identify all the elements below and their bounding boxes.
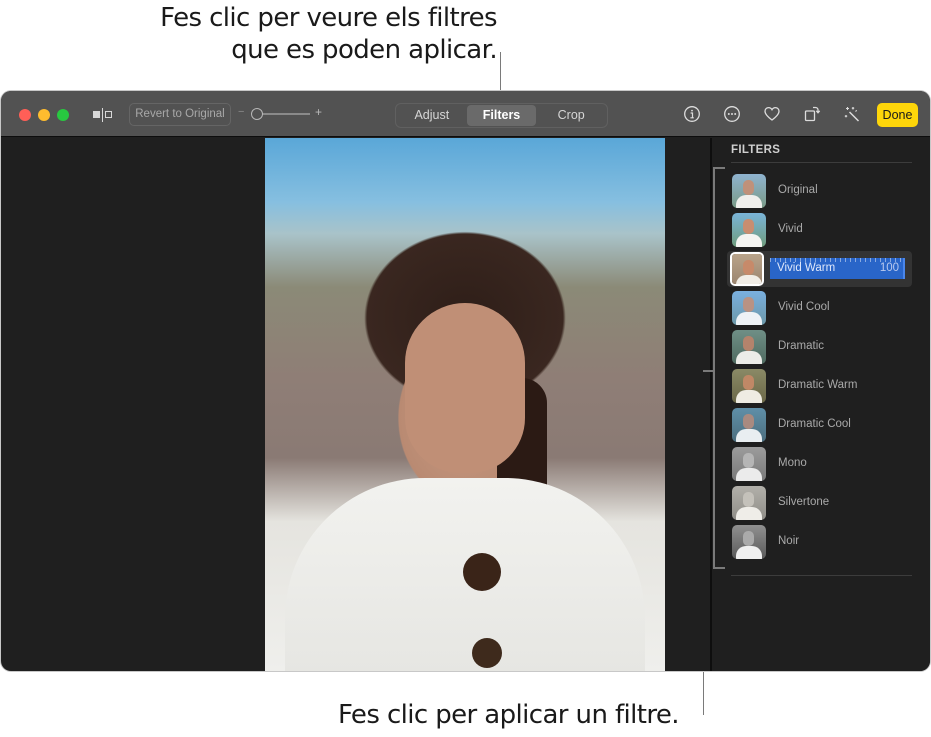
callout-apply-filter: Fes clic per aplicar un filtre. xyxy=(338,700,680,730)
filter-label: Original xyxy=(778,184,818,196)
filter-label: Vivid xyxy=(778,223,803,235)
tab-filters[interactable]: Filters xyxy=(466,105,537,126)
filter-intensity-value: 100 xyxy=(879,262,899,274)
divider xyxy=(731,575,912,576)
filter-thumbnail[interactable] xyxy=(732,369,766,403)
filter-item[interactable]: Dramatic Warm xyxy=(729,368,912,404)
filter-item[interactable]: Noir xyxy=(729,524,912,560)
filter-thumbnail[interactable] xyxy=(732,330,766,364)
photo-subject-face xyxy=(405,303,525,473)
close-button[interactable] xyxy=(19,109,31,121)
zoom-window-button[interactable] xyxy=(57,109,69,121)
filter-label: Vivid Warm xyxy=(777,262,836,274)
filter-label: Vivid Cool xyxy=(778,301,830,313)
callout-line-2: que es poden aplicar. xyxy=(231,35,497,65)
filter-thumbnail[interactable] xyxy=(732,174,766,208)
filter-item[interactable]: Dramatic xyxy=(729,329,912,365)
zoom-out-label: − xyxy=(238,106,245,118)
auto-enhance-icon[interactable] xyxy=(843,105,861,123)
filter-thumbnail[interactable] xyxy=(732,486,766,520)
photos-edit-window: Revert to Original − + Adjust Filters Cr… xyxy=(1,91,930,671)
zoom-slider-knob[interactable] xyxy=(251,108,263,120)
filter-item[interactable]: Silvertone xyxy=(729,485,912,521)
filter-intensity-slider[interactable]: Vivid Warm 100 xyxy=(770,258,905,279)
done-button[interactable]: Done xyxy=(877,103,918,127)
filter-label: Mono xyxy=(778,457,807,469)
revert-to-original-button[interactable]: Revert to Original xyxy=(129,103,231,126)
callout-bracket-top xyxy=(713,167,725,169)
filter-label: Dramatic Warm xyxy=(778,379,858,391)
tab-crop[interactable]: Crop xyxy=(536,105,606,126)
filter-thumbnail[interactable] xyxy=(732,213,766,247)
filter-item[interactable]: Vivid Warm 100 xyxy=(727,251,912,287)
edit-mode-tabs: Adjust Filters Crop xyxy=(395,103,608,128)
split-compare-icon[interactable] xyxy=(93,108,113,122)
filters-heading: FILTERS xyxy=(731,144,781,156)
filter-label: Noir xyxy=(778,535,800,547)
filters-sidebar: FILTERS Original Vivid Vivid Warm 100 Vivid … xyxy=(710,138,930,671)
info-icon[interactable] xyxy=(683,105,701,123)
filter-item[interactable]: Vivid Cool xyxy=(729,290,912,326)
minimize-button[interactable] xyxy=(38,109,50,121)
rotate-icon[interactable] xyxy=(803,105,821,123)
filter-label: Silvertone xyxy=(778,496,830,508)
filter-thumbnail[interactable] xyxy=(732,291,766,325)
filter-thumbnail[interactable] xyxy=(730,252,764,286)
filter-item[interactable]: Original xyxy=(729,173,912,209)
callout-filters-tab: Fes clic per veure els filtres que es po… xyxy=(77,2,497,66)
tab-adjust[interactable]: Adjust xyxy=(397,105,467,126)
filter-label: Dramatic xyxy=(778,340,825,352)
photo-shirt-button xyxy=(463,553,501,591)
zoom-in-label: + xyxy=(315,105,323,119)
heart-icon[interactable] xyxy=(763,105,781,123)
toolbar: Revert to Original − + Adjust Filters Cr… xyxy=(1,91,930,137)
photo-shirt-button xyxy=(472,638,502,668)
filter-item[interactable]: Dramatic Cool xyxy=(729,407,912,443)
callout-bracket-link xyxy=(703,370,714,372)
photo-preview xyxy=(265,138,665,671)
filter-label: Dramatic Cool xyxy=(778,418,851,430)
filter-thumbnail[interactable] xyxy=(732,525,766,559)
filter-thumbnail[interactable] xyxy=(732,447,766,481)
filter-thumbnail[interactable] xyxy=(732,408,766,442)
divider xyxy=(731,162,912,163)
more-icon[interactable] xyxy=(723,105,741,123)
zoom-slider[interactable] xyxy=(257,113,310,115)
filter-item[interactable]: Vivid xyxy=(729,212,912,248)
callout-bracket-bottom xyxy=(713,567,725,569)
filter-item[interactable]: Mono xyxy=(729,446,912,482)
callout-line-1: Fes clic per veure els filtres xyxy=(160,3,497,33)
callout-bracket-vertical xyxy=(713,167,715,569)
